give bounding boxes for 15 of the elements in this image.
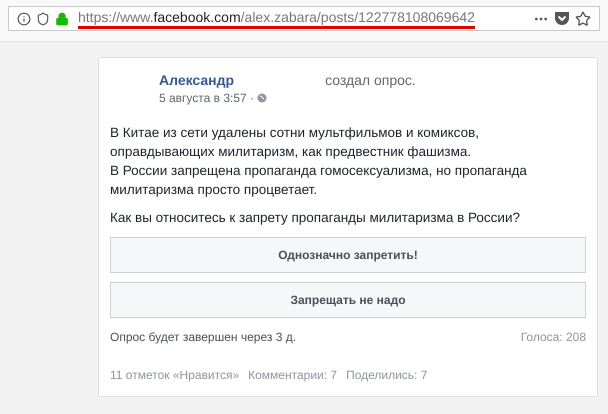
poll-option[interactable]: Однозначно запретить! [110,237,586,273]
lock-icon [55,12,69,26]
star-icon[interactable] [575,10,591,26]
address-bar[interactable]: https://www.facebook.com/alex.zabara/posts/122778108069642 [8,6,600,31]
post-text: Как вы относитесь к запрету пропаганды милитаризма в России? [110,209,522,227]
post-text: В Китае из сети удалены сотни мультфильмов и комиксов, оправдывающих милитаризм, как предвестник фашизма. В России запрещена пропаганда гомосексуализма, но пропаганда милитаризма просто процветает. [110,124,528,199]
post-time[interactable]: 5 августа в 3:57 · [159,89,254,107]
poll-option[interactable]: Запрещать не надо [110,282,586,318]
shield-icon[interactable] [36,12,50,26]
author-name[interactable]: Александр [159,71,268,89]
action-text: создал опрос. [325,71,416,89]
vote-count: Голоса: 208 [520,329,586,346]
pocket-icon[interactable] [554,11,570,26]
poll-status: Опрос будет завершен через 3 д. [110,329,296,346]
info-icon[interactable] [17,12,31,26]
